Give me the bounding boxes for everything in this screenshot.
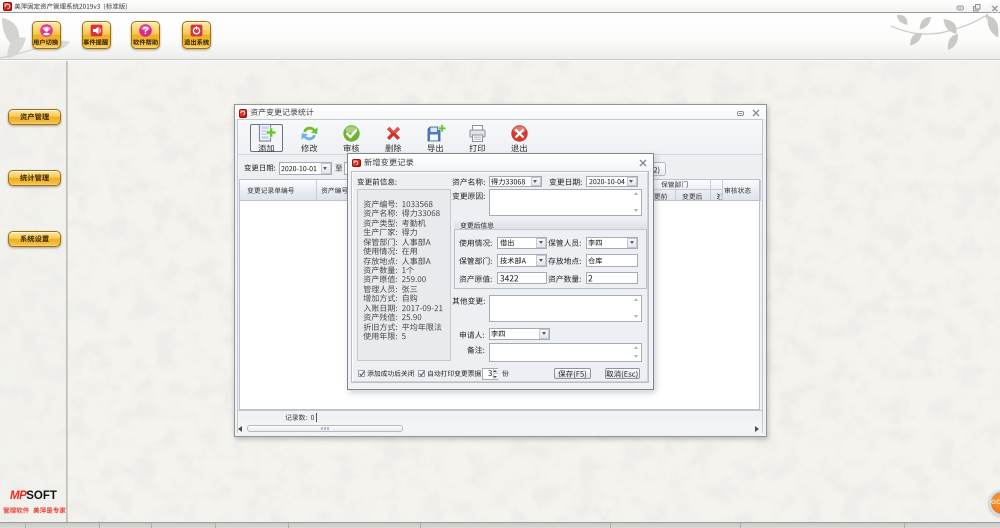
svg-text:?: ? <box>142 26 148 37</box>
